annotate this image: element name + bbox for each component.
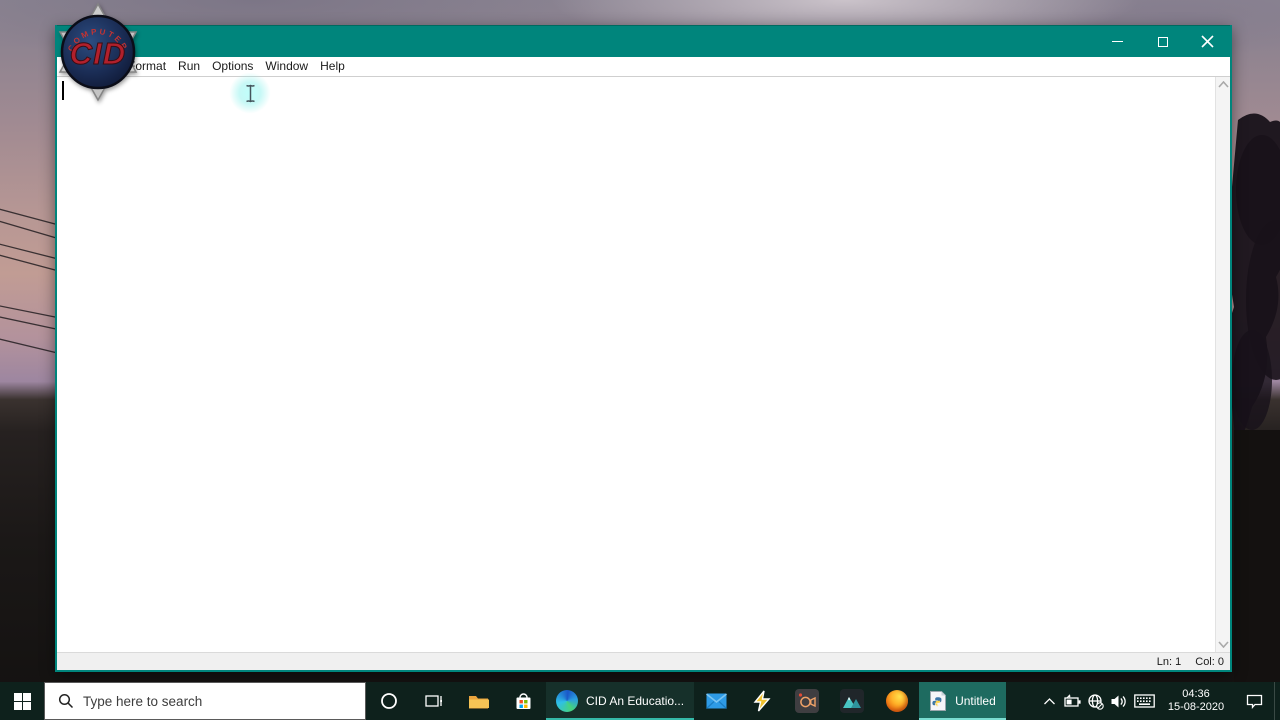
battery-icon bbox=[1063, 694, 1081, 707]
editor-bolt-app-button[interactable] bbox=[739, 682, 784, 720]
chevron-up-icon bbox=[1044, 697, 1055, 704]
search-icon bbox=[58, 693, 74, 709]
status-bar: Ln: 1 Col: 0 bbox=[57, 652, 1230, 670]
menu-item-run[interactable]: Run bbox=[172, 57, 206, 76]
teal-mountains-icon bbox=[839, 689, 864, 713]
editor-text-area[interactable] bbox=[57, 77, 1215, 652]
file-explorer-icon bbox=[468, 695, 489, 708]
task-view-icon bbox=[424, 695, 442, 707]
start-button[interactable] bbox=[0, 682, 44, 720]
scroll-down-icon[interactable] bbox=[1217, 641, 1229, 648]
taskbar: CID An Educatio... bbox=[0, 682, 1280, 720]
tree-silhouette-art bbox=[1224, 113, 1280, 682]
minimize-icon bbox=[1112, 40, 1123, 43]
globe-no-internet-icon bbox=[1088, 693, 1104, 710]
system-tray: 04:36 15-08-2020 bbox=[1038, 682, 1280, 720]
idle-window-label: Untitled bbox=[955, 694, 996, 708]
titlebar[interactable] bbox=[57, 25, 1230, 57]
screen-recorder-button[interactable] bbox=[784, 682, 829, 720]
task-view-button[interactable] bbox=[411, 682, 456, 720]
status-line: Ln: 1 bbox=[1156, 655, 1182, 668]
clock[interactable]: 04:36 15-08-2020 bbox=[1158, 682, 1234, 720]
maximize-button[interactable] bbox=[1140, 26, 1185, 57]
menu-item-options[interactable]: Options bbox=[206, 57, 259, 76]
screen-recorder-icon bbox=[794, 689, 819, 713]
logo-center-text: CID bbox=[70, 36, 126, 71]
cid-logo: COMPUTER CID bbox=[58, 2, 138, 102]
status-column: Col: 0 bbox=[1195, 655, 1224, 668]
microsoft-store-icon bbox=[516, 692, 531, 709]
mail-icon bbox=[706, 693, 728, 709]
idle-python-file-icon bbox=[930, 691, 947, 711]
network-status-button[interactable] bbox=[1084, 682, 1107, 720]
lightning-bolt-icon bbox=[753, 690, 771, 712]
volume-button[interactable] bbox=[1107, 682, 1130, 720]
tray-date: 15-08-2020 bbox=[1167, 701, 1225, 713]
minimize-button[interactable] bbox=[1095, 26, 1140, 57]
maximize-icon bbox=[1157, 36, 1168, 47]
menu-item-help[interactable]: Help bbox=[314, 57, 351, 76]
media-app-button[interactable] bbox=[829, 682, 874, 720]
vertical-scrollbar[interactable] bbox=[1215, 77, 1230, 652]
idle-taskbar-button[interactable]: Untitled bbox=[919, 682, 1006, 720]
menu-item-window[interactable]: Window bbox=[259, 57, 314, 76]
firefox-button[interactable] bbox=[874, 682, 919, 720]
mail-button[interactable] bbox=[694, 682, 739, 720]
windows-logo-icon bbox=[13, 692, 31, 710]
scroll-up-icon[interactable] bbox=[1217, 81, 1229, 88]
touch-keyboard-icon bbox=[1133, 694, 1155, 708]
menu-bar: FileEditFormatRunOptionsWindowHelp bbox=[57, 57, 1230, 77]
action-center-button[interactable] bbox=[1234, 682, 1274, 720]
edge-tab-label: CID An Educatio... bbox=[586, 694, 685, 708]
microsoft-store-button[interactable] bbox=[501, 682, 546, 720]
search-input[interactable] bbox=[83, 693, 323, 709]
file-explorer-button[interactable] bbox=[456, 682, 501, 720]
edge-icon bbox=[556, 690, 578, 712]
cortana-circle-icon bbox=[380, 693, 397, 709]
idle-window: FileEditFormatRunOptionsWindowHelp Ln: 1… bbox=[55, 25, 1232, 672]
touch-keyboard-button[interactable] bbox=[1130, 682, 1158, 720]
firefox-icon bbox=[885, 690, 908, 712]
show-desktop-strip[interactable] bbox=[1274, 682, 1280, 720]
edge-taskbar-button[interactable]: CID An Educatio... bbox=[546, 682, 695, 720]
tray-chevron-button[interactable] bbox=[1038, 682, 1061, 720]
speaker-icon bbox=[1111, 695, 1126, 707]
action-center-icon bbox=[1246, 694, 1262, 709]
battery-status-button[interactable] bbox=[1061, 682, 1084, 720]
editor-wrap bbox=[57, 77, 1230, 652]
close-button[interactable] bbox=[1185, 26, 1230, 57]
close-icon bbox=[1201, 35, 1214, 48]
taskbar-search[interactable] bbox=[44, 682, 366, 720]
tray-time: 04:36 bbox=[1182, 688, 1210, 700]
cortana-button[interactable] bbox=[366, 682, 411, 720]
